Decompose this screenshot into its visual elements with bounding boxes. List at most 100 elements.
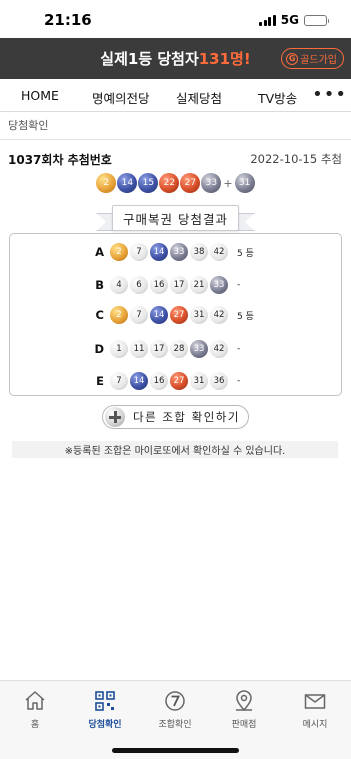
winning-ball: 15 bbox=[138, 173, 159, 193]
row-label: B bbox=[95, 278, 104, 292]
result-row: E 7 14 16 27 31 36- bbox=[10, 370, 341, 392]
plus-icon bbox=[105, 407, 125, 427]
results-ribbon: 구매복권 당첨결과 bbox=[0, 201, 351, 237]
winning-ball: 14 bbox=[117, 173, 138, 193]
lotto-ball: 27 bbox=[170, 372, 188, 390]
lotto-ball: 28 bbox=[170, 340, 188, 358]
more-menu-icon[interactable]: ••• bbox=[312, 86, 347, 104]
tab-home[interactable]: 홈 bbox=[5, 689, 65, 730]
row-label: A bbox=[95, 245, 104, 259]
network-type: 5G bbox=[280, 13, 299, 27]
battery-icon bbox=[304, 14, 329, 26]
lotto-ball: 7 bbox=[130, 243, 148, 261]
row-rank: - bbox=[237, 376, 241, 386]
nav-tv[interactable]: TV방송 bbox=[258, 88, 297, 107]
promo-banner[interactable]: 실제1등 당첨자131명! G 골드가입 bbox=[0, 38, 351, 79]
lotto-ball: 2 bbox=[110, 243, 128, 261]
nav-real-winners[interactable]: 실제당첨 bbox=[176, 88, 222, 107]
lotto-ball: 33 bbox=[170, 243, 188, 261]
home-icon bbox=[25, 691, 45, 710]
lotto-ball: 14 bbox=[130, 372, 148, 390]
row-balls: 2 7 14 27 31 42 bbox=[110, 306, 228, 324]
lotto-ball: 11 bbox=[130, 340, 148, 358]
gold-join-button[interactable]: G 골드가입 bbox=[281, 48, 344, 69]
bonus-ball: 31 bbox=[234, 173, 255, 193]
lotto-ball: 36 bbox=[210, 372, 228, 390]
tab-check-winning[interactable]: 당첨확인 bbox=[75, 689, 135, 730]
lotto-ball: 27 bbox=[170, 306, 188, 324]
check-other-combo-label: 다른 조합 확인하기 bbox=[133, 410, 240, 424]
nav-hall-of-fame[interactable]: 명예의전당 bbox=[92, 88, 150, 107]
lotto-ball: 42 bbox=[210, 340, 228, 358]
check-other-combo-button[interactable]: 다른 조합 확인하기 bbox=[102, 405, 249, 429]
top-nav: HOME 명예의전당 실제당첨 TV방송 ••• bbox=[0, 79, 351, 112]
lotto-ball: 33 bbox=[210, 276, 228, 294]
row-rank: - bbox=[237, 280, 241, 290]
tab-combo-check[interactable]: 조합확인 bbox=[145, 689, 205, 730]
row-rank: 5 등 bbox=[237, 248, 254, 259]
nav-home[interactable]: HOME bbox=[21, 88, 59, 103]
result-row: D 1 11 17 28 33 42- bbox=[10, 338, 341, 360]
lotto-ball: 16 bbox=[150, 372, 168, 390]
lotto-ball: 14 bbox=[150, 243, 168, 261]
location-pin-icon bbox=[236, 690, 252, 712]
number-seven-icon bbox=[165, 691, 185, 711]
lotto-ball: 7 bbox=[130, 306, 148, 324]
draw-date: 2022-10-15 추첨 bbox=[250, 152, 342, 166]
notice-text: ※등록된 조합은 마이로또에서 확인하실 수 있습니다. bbox=[12, 441, 338, 458]
winning-numbers: 2 14 15 22 27 33 + 31 bbox=[0, 173, 351, 193]
envelope-icon bbox=[304, 694, 326, 709]
home-indicator bbox=[112, 748, 239, 753]
tab-label: 메시지 bbox=[302, 720, 328, 730]
tab-label: 판매점 bbox=[231, 720, 257, 730]
lotto-ball: 16 bbox=[150, 276, 168, 294]
signal-icon bbox=[259, 14, 276, 26]
result-row: A 2 7 14 33 38 42 5 등 bbox=[10, 241, 341, 263]
lotto-ball: 33 bbox=[190, 340, 208, 358]
row-balls: 4 6 16 17 21 33 bbox=[110, 276, 228, 294]
row-rank: - bbox=[237, 344, 241, 354]
tab-label: 홈 bbox=[30, 720, 40, 730]
row-balls: 2 7 14 33 38 42 bbox=[110, 243, 228, 261]
qr-icon bbox=[95, 691, 115, 711]
status-bar: 21:16 5G bbox=[0, 0, 351, 38]
row-label: D bbox=[94, 342, 104, 356]
lotto-ball: 2 bbox=[110, 306, 128, 324]
lotto-ball: 14 bbox=[150, 306, 168, 324]
bonus-plus: + bbox=[223, 176, 233, 190]
row-label: C bbox=[95, 308, 104, 322]
status-time: 21:16 bbox=[44, 11, 92, 29]
lotto-ball: 31 bbox=[190, 306, 208, 324]
winning-ball: 22 bbox=[159, 173, 180, 193]
result-row: C 2 7 14 27 31 42 5 등 bbox=[10, 304, 341, 326]
tab-store[interactable]: 판매점 bbox=[214, 689, 274, 730]
row-label: E bbox=[96, 374, 104, 388]
tab-label: 조합확인 bbox=[158, 720, 192, 730]
breadcrumb: 당첨확인 bbox=[0, 112, 351, 140]
tab-message[interactable]: 메시지 bbox=[285, 689, 345, 730]
gold-join-label: 골드가입 bbox=[300, 55, 337, 66]
lotto-ball: 6 bbox=[130, 276, 148, 294]
status-indicators: 5G bbox=[259, 13, 329, 27]
lotto-ball: 4 bbox=[110, 276, 128, 294]
lotto-ball: 38 bbox=[190, 243, 208, 261]
winning-ball: 27 bbox=[180, 173, 201, 193]
tab-label: 당첨확인 bbox=[88, 720, 122, 730]
row-balls: 1 11 17 28 33 42 bbox=[110, 340, 228, 358]
results-title: 구매복권 당첨결과 bbox=[112, 205, 239, 231]
gold-badge-icon: G bbox=[286, 52, 299, 65]
bottom-tab-bar: 홈 당첨확인 조합확인 판매점 메시지 bbox=[0, 680, 351, 759]
row-rank: 5 등 bbox=[237, 311, 254, 322]
results-box: A 2 7 14 33 38 42 5 등 B 4 6 16 17 21 33- C 2 7 14 27 31 42 5 등… bbox=[9, 233, 342, 396]
lotto-ball: 42 bbox=[210, 306, 228, 324]
round-header: 1037회차 추첨번호 2022-10-15 추첨 bbox=[0, 147, 351, 171]
round-title: 1037회차 추첨번호 bbox=[8, 153, 112, 167]
lotto-ball: 42 bbox=[210, 243, 228, 261]
lotto-ball: 17 bbox=[170, 276, 188, 294]
lotto-ball: 1 bbox=[110, 340, 128, 358]
lotto-ball: 21 bbox=[190, 276, 208, 294]
lotto-ball: 31 bbox=[190, 372, 208, 390]
lotto-ball: 7 bbox=[110, 372, 128, 390]
banner-text: 실제1등 당첨자131명! bbox=[100, 50, 251, 68]
lotto-ball: 17 bbox=[150, 340, 168, 358]
